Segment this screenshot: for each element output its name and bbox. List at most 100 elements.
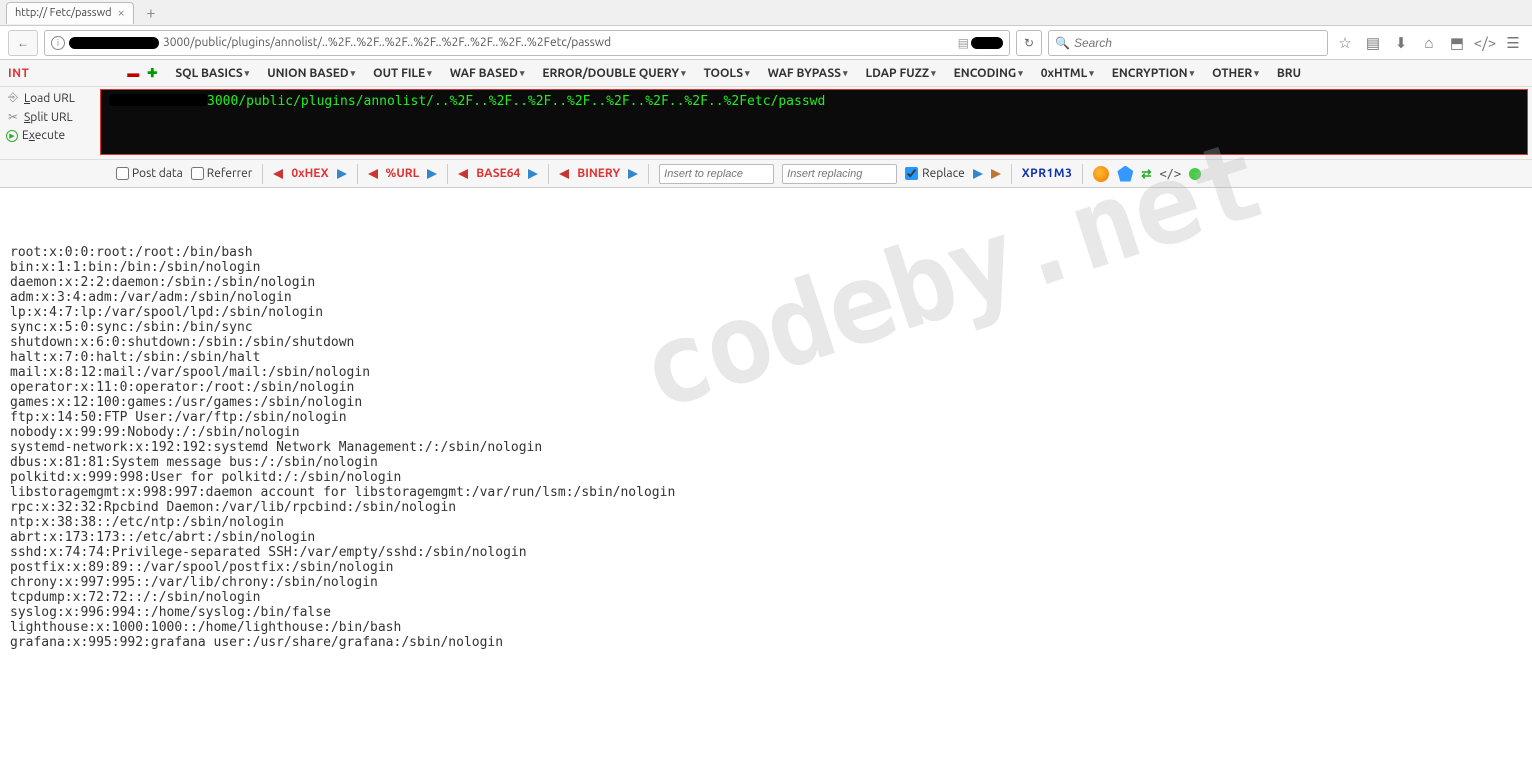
menu-waf-bypass[interactable]: WAF BYPASS▾ (768, 67, 848, 80)
green-dot-icon[interactable] (1189, 168, 1201, 180)
browser-tabbar: http:// Fetc/passwd × + (0, 0, 1532, 26)
encode-left-arrow-icon[interactable] (458, 169, 468, 179)
new-tab-button[interactable]: + (140, 3, 162, 23)
close-tab-icon[interactable]: × (118, 6, 125, 20)
puzzle-icon[interactable] (1117, 166, 1133, 182)
split-url-icon: ✂ (6, 110, 20, 124)
browser-tab-active[interactable]: http:// Fetc/passwd × (6, 2, 134, 24)
redacted-host (109, 94, 207, 106)
hamburger-menu-icon[interactable]: ☰ (1502, 32, 1524, 54)
search-box[interactable]: 🔍 (1048, 30, 1328, 56)
encode-right-arrow-icon[interactable] (628, 169, 638, 179)
chevron-down-icon: ▾ (745, 68, 750, 79)
browser-toolbar: ← i 3000/public/plugins/annolist/..%2F..… (0, 26, 1532, 60)
chevron-down-icon: ▾ (351, 68, 356, 79)
chevron-down-icon: ▾ (1089, 68, 1094, 79)
encoder-binery[interactable]: BINERY (577, 167, 620, 180)
pocket-icon[interactable]: ⬒ (1446, 32, 1468, 54)
separator (447, 164, 448, 184)
menu-waf-based[interactable]: WAF BASED▾ (450, 67, 525, 80)
search-icon: 🔍 (1055, 36, 1070, 50)
execute-button[interactable]: ▶ Execute (6, 129, 94, 142)
menu-ldap-fuzz[interactable]: LDAP FUZZ▾ (865, 67, 935, 80)
insert-to-replace-input[interactable] (659, 164, 774, 184)
chevron-down-icon: ▾ (1254, 68, 1259, 79)
encode-left-arrow-icon[interactable] (273, 169, 283, 179)
separator (262, 164, 263, 184)
menu-0xhtml[interactable]: 0xHTML▾ (1041, 67, 1094, 80)
encoder-url[interactable]: %URL (386, 167, 420, 180)
cycle-arrows-icon[interactable]: ⇄ (1141, 167, 1151, 181)
menu-sql-basics[interactable]: SQL BASICS▾ (175, 67, 249, 80)
page-info-icon[interactable]: i (51, 36, 65, 50)
search-input[interactable] (1074, 36, 1321, 50)
tab-title: http:// Fetc/passwd (15, 7, 112, 19)
chevron-down-icon: ▾ (1190, 68, 1195, 79)
address-bar[interactable]: i 3000/public/plugins/annolist/..%2F..%2… (44, 30, 1010, 56)
separator (648, 164, 649, 184)
devtools-icon[interactable]: </> (1474, 32, 1496, 54)
separator (1011, 164, 1012, 184)
downloads-icon[interactable]: ⬇ (1390, 32, 1412, 54)
menu-error-double-query[interactable]: ERROR/DOUBLE QUERY▾ (542, 67, 685, 80)
chevron-down-icon: ▾ (520, 68, 525, 79)
hackbar-main: ⎆ Load URL ✂ Split URL ▶ Execute 3000/pu… (0, 87, 1532, 160)
replace-checkbox[interactable]: Replace (905, 167, 965, 180)
encoder-base64[interactable]: BASE64 (476, 167, 520, 180)
chevron-down-icon: ▾ (681, 68, 686, 79)
menu-bru[interactable]: BRU (1277, 67, 1301, 80)
separator (1082, 164, 1083, 184)
reader-mode-icon[interactable]: ▤ (958, 36, 1003, 50)
xpr1m3-label[interactable]: XPR1M3 (1022, 167, 1073, 180)
split-url-button[interactable]: ✂ Split URL (6, 110, 94, 124)
page-content: codeby.net root:x:0:0:root:/root:/bin/ba… (0, 188, 1532, 677)
code-tag-icon[interactable]: </> (1159, 167, 1181, 181)
url-text: 3000/public/plugins/annolist/..%2F..%2F.… (163, 36, 611, 49)
hackbar-side-buttons: ⎆ Load URL ✂ Split URL ▶ Execute (0, 87, 100, 159)
chevron-down-icon: ▾ (427, 68, 432, 79)
chevron-down-icon: ▾ (1018, 68, 1023, 79)
int-label: INT (8, 67, 29, 80)
chevron-down-icon: ▾ (245, 68, 250, 79)
hackbar-action-row: Post data Referrer 0xHEX %URL BASE64 BIN… (0, 160, 1532, 188)
encode-left-arrow-icon[interactable] (559, 169, 569, 179)
encode-right-arrow-icon[interactable] (528, 169, 538, 179)
separator (548, 164, 549, 184)
menu-out-file[interactable]: OUT FILE▾ (373, 67, 432, 80)
load-url-button[interactable]: ⎆ Load URL (6, 91, 94, 105)
menu-tools[interactable]: TOOLS▾ (704, 67, 750, 80)
passwd-dump: root:x:0:0:root:/root:/bin/bash bin:x:1:… (10, 245, 1522, 650)
load-url-icon: ⎆ (6, 91, 20, 105)
minus-icon[interactable]: ▬ (127, 66, 139, 80)
menu-union-based[interactable]: UNION BASED▾ (267, 67, 355, 80)
referrer-checkbox[interactable]: Referrer (191, 167, 253, 180)
library-icon[interactable]: ▤ (1362, 32, 1384, 54)
menu-encryption[interactable]: ENCRYPTION▾ (1112, 67, 1194, 80)
menu-other[interactable]: OTHER▾ (1212, 67, 1259, 80)
plus-icon[interactable]: ✚ (147, 66, 157, 80)
menu-encoding[interactable]: ENCODING▾ (954, 67, 1023, 80)
redacted-host (69, 37, 159, 49)
arrow-left-icon: ← (17, 36, 29, 50)
home-icon[interactable]: ⌂ (1418, 32, 1440, 54)
hackbar-url-text: 3000/public/plugins/annolist/..%2F..%2F.… (207, 94, 825, 109)
reload-button[interactable]: ↻ (1016, 30, 1042, 56)
replace-arrow-alt-icon[interactable] (991, 169, 1001, 179)
encoder-0xhex[interactable]: 0xHEX (291, 167, 328, 180)
chevron-down-icon: ▾ (843, 68, 848, 79)
nav-back-button[interactable]: ← (8, 30, 38, 56)
encode-left-arrow-icon[interactable] (368, 169, 378, 179)
hackbar-menu-row: INT ▬ ✚ SQL BASICS▾ UNION BASED▾ OUT FIL… (0, 60, 1532, 87)
sun-icon[interactable] (1093, 166, 1109, 182)
separator (357, 164, 358, 184)
insert-replacing-input[interactable] (782, 164, 897, 184)
execute-play-icon: ▶ (6, 130, 18, 142)
bookmark-star-icon[interactable]: ☆ (1334, 32, 1356, 54)
encode-right-arrow-icon[interactable] (427, 169, 437, 179)
hackbar-url-input[interactable]: 3000/public/plugins/annolist/..%2F..%2F.… (100, 89, 1528, 155)
chevron-down-icon: ▾ (931, 68, 936, 79)
reload-icon: ↻ (1024, 36, 1034, 50)
replace-arrow-icon[interactable] (973, 169, 983, 179)
post-data-checkbox[interactable]: Post data (116, 167, 183, 180)
encode-right-arrow-icon[interactable] (337, 169, 347, 179)
